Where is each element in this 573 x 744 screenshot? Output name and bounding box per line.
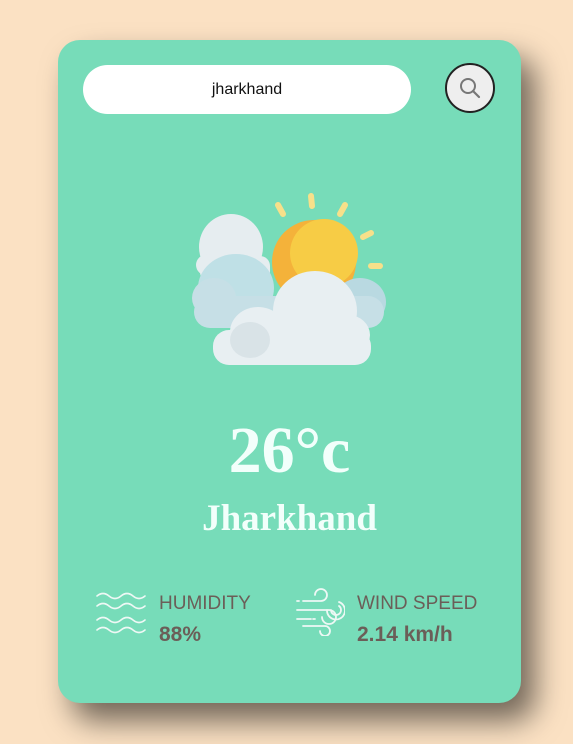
search-icon <box>460 78 481 99</box>
humidity-detail: HUMIDITY 88% <box>95 588 251 645</box>
weather-card: 26°c Jharkhand HUMIDITY 88% <box>58 40 521 703</box>
search-bar[interactable] <box>83 65 411 114</box>
wind-detail: WIND SPEED 2.14 km/h <box>293 588 477 645</box>
humidity-label: HUMIDITY <box>159 593 251 614</box>
wind-icon <box>296 588 345 636</box>
humidity-waves-icon <box>96 592 146 634</box>
partly-cloudy-icon <box>192 193 386 365</box>
wind-speed-value: 2.14 km/h <box>357 623 453 646</box>
wind-speed-label: WIND SPEED <box>357 593 478 614</box>
humidity-value: 88% <box>159 623 202 646</box>
city-name: Jharkhand <box>202 498 377 539</box>
search-input[interactable] <box>83 79 411 100</box>
temperature: 26°c <box>228 414 351 487</box>
search-button[interactable] <box>445 63 495 113</box>
